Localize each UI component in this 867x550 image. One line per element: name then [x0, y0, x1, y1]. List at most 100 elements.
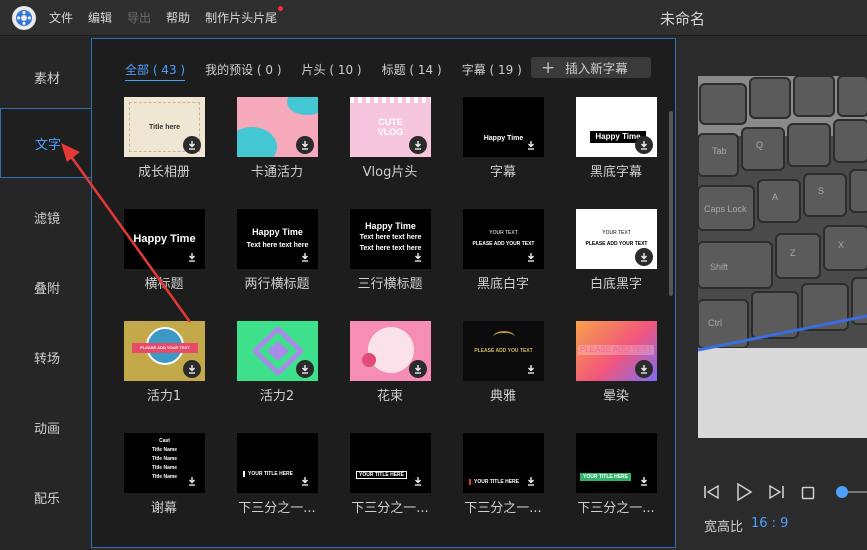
template-thumb-black-subtitle[interactable]: Happy Time	[576, 97, 657, 157]
template-label: 黑底字幕	[589, 165, 642, 180]
tab-intro[interactable]: 片头 ( 10 )	[302, 61, 362, 81]
template-thumb-vlog[interactable]: CUTE VLOG	[350, 97, 431, 157]
tab-all[interactable]: 全部 ( 43 )	[125, 61, 186, 81]
template-thumb-curtain-call[interactable]: Cast Title Name Title Name Title Name Ti…	[124, 433, 205, 493]
menu-help[interactable]: 帮助	[166, 9, 190, 26]
download-icon[interactable]	[522, 360, 540, 378]
download-icon[interactable]	[409, 136, 427, 154]
template-label: 字幕	[489, 165, 516, 180]
download-icon[interactable]	[183, 136, 201, 154]
template-label: 横标题	[144, 277, 184, 292]
thumb-shape	[287, 97, 318, 115]
download-icon[interactable]	[296, 472, 314, 490]
template-thumb-bouquet[interactable]	[350, 321, 431, 381]
next-frame-button[interactable]	[767, 484, 785, 504]
template-thumb-three-line-title[interactable]: Happy Time Text here text here Text here…	[350, 209, 431, 269]
template-thumb-lower-third-4[interactable]: YOUR TITLE HERE	[576, 433, 657, 493]
template-thumb-vitality-2[interactable]	[237, 321, 318, 381]
download-icon[interactable]	[183, 248, 201, 266]
template-thumb-vitality-1[interactable]: PLEASE ADD YOUR TEXT	[124, 321, 205, 381]
template-thumb-lower-third-3[interactable]: YOUR TITLE HERE	[463, 433, 544, 493]
download-icon[interactable]	[296, 136, 314, 154]
template-label: 活力2	[259, 389, 295, 404]
template-label: 三行横标题	[357, 277, 423, 292]
template-label: 白底黑字	[589, 277, 642, 292]
sidebar-item-music[interactable]: 配乐	[0, 462, 91, 532]
sidebar-item-transitions[interactable]: 转场	[0, 322, 91, 392]
notification-dot	[278, 6, 284, 11]
thumb-text-line: YOUR TEXT	[602, 230, 631, 236]
sidebar-item-filters[interactable]: 滤镜	[0, 182, 91, 252]
menu-make-intro-outro[interactable]: 制作片头片尾	[205, 6, 284, 26]
download-icon[interactable]	[522, 136, 540, 154]
scrollbar-thumb[interactable]	[669, 111, 673, 296]
download-icon[interactable]	[635, 472, 653, 490]
template-thumb-two-line-title[interactable]: Happy Time Text here text here	[237, 209, 318, 269]
download-icon[interactable]	[522, 472, 540, 490]
thumb-circle	[368, 327, 414, 373]
volume-slider-track[interactable]	[848, 491, 867, 493]
thumb-text-line: VLOG	[377, 127, 404, 137]
download-icon[interactable]	[296, 360, 314, 378]
template-thumb-growth-album[interactable]: Title here	[124, 97, 205, 157]
download-icon[interactable]	[635, 136, 653, 154]
insert-subtitle-button[interactable]: + 插入新字幕	[531, 57, 651, 78]
template-thumb-subtitle[interactable]: Happy Time	[463, 97, 544, 157]
preview-video: Tab Q Caps Lock A S Shift Z X Ctrl	[698, 76, 867, 438]
aspect-ratio-selector[interactable]: 16 : 9	[751, 516, 788, 531]
download-icon[interactable]	[409, 472, 427, 490]
thumb-text-line: PLEASE ADD YOUR TEXT	[585, 241, 648, 247]
template-label: 活力1	[146, 389, 182, 404]
template-thumb-white-on-black[interactable]: YOUR TEXT PLEASE ADD YOUR TEXT	[463, 209, 544, 269]
volume-slider-handle[interactable]	[836, 486, 848, 498]
tab-my-presets[interactable]: 我的预设 ( 0 )	[205, 61, 281, 81]
sidebar-item-overlays[interactable]: 叠附	[0, 252, 91, 322]
sidebar-item-text[interactable]: 文字	[0, 108, 91, 178]
thumb-text-line: Cast	[159, 438, 170, 444]
text-template-panel: 全部 ( 43 ) 我的预设 ( 0 ) 片头 ( 10 ) 标题 ( 14 )…	[91, 38, 676, 548]
template-thumb-black-on-white[interactable]: YOUR TEXT PLEASE ADD YOUR TEXT	[576, 209, 657, 269]
key-label: Ctrl	[708, 318, 722, 328]
download-icon[interactable]	[183, 360, 201, 378]
thumb-shape	[237, 127, 277, 157]
template-thumb-blur[interactable]: PLEASE ADD TEXT	[576, 321, 657, 381]
sidebar-item-media[interactable]: 素材	[0, 42, 91, 112]
download-icon[interactable]	[409, 248, 427, 266]
tab-subtitles[interactable]: 字幕 ( 19 )	[462, 61, 522, 81]
template-thumb-lower-third-1[interactable]: YOUR TITLE HERE	[237, 433, 318, 493]
thumb-text-line: Title Name	[151, 456, 178, 462]
menu-file[interactable]: 文件	[49, 9, 73, 26]
key-label: S	[818, 186, 824, 196]
tab-titles[interactable]: 标题 ( 14 )	[382, 61, 442, 81]
download-icon[interactable]	[409, 360, 427, 378]
template-label: 成长相册	[137, 165, 190, 180]
template-label: 下三分之一...	[464, 501, 542, 516]
sidebar-item-animations[interactable]: 动画	[0, 392, 91, 462]
download-icon[interactable]	[635, 248, 653, 266]
thumb-text-line: Title Name	[151, 447, 178, 453]
download-icon[interactable]	[635, 360, 653, 378]
menu-edit[interactable]: 编辑	[88, 9, 112, 26]
template-thumb-lower-third-2[interactable]: YOUR TITLE HERE	[350, 433, 431, 493]
template-label: 花束	[376, 389, 403, 404]
key-label: X	[838, 240, 844, 250]
key-label: A	[772, 192, 778, 202]
play-button[interactable]	[735, 482, 753, 506]
template-thumb-elegant[interactable]: PLEASE ADD YOU TEXT	[463, 321, 544, 381]
template-thumb-horizontal-title[interactable]: Happy Time	[124, 209, 205, 269]
thumb-text: YOUR TITLE HERE	[356, 471, 408, 479]
template-label: Vlog片头	[362, 165, 418, 180]
download-icon[interactable]	[296, 248, 314, 266]
download-icon[interactable]	[522, 248, 540, 266]
thumb-text-line: YOUR TEXT	[489, 230, 518, 236]
thumb-text-line: Title Name	[151, 474, 178, 480]
template-label: 两行横标题	[244, 277, 310, 292]
previous-frame-button[interactable]	[703, 484, 721, 504]
template-label: 下三分之一...	[238, 501, 316, 516]
template-thumb-cartoon[interactable]	[237, 97, 318, 157]
stop-button[interactable]	[801, 485, 815, 504]
menu-export[interactable]: 导出	[127, 9, 151, 26]
thumb-text-line: Happy Time	[252, 227, 303, 237]
menu-bar: 文件 编辑 导出 帮助 制作片头片尾	[49, 6, 292, 26]
download-icon[interactable]	[183, 472, 201, 490]
